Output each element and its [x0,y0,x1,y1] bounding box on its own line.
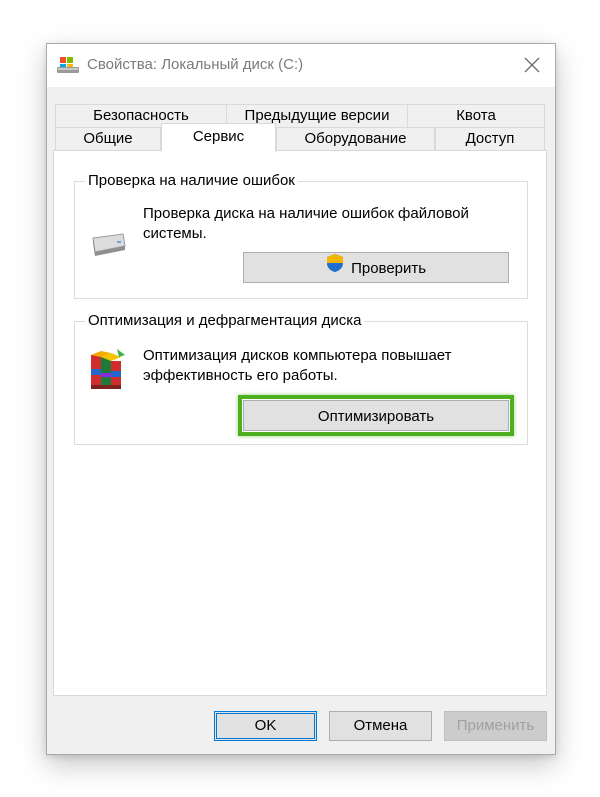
error-check-legend: Проверка на наличие ошибок [85,172,298,189]
cancel-button-label: Отмена [353,717,408,735]
cancel-button[interactable]: Отмена [329,711,432,741]
tab-service[interactable]: Сервис [161,123,276,152]
drive-icon [87,232,127,260]
tab-sharing[interactable]: Доступ [435,127,545,151]
uac-shield-icon [326,253,344,283]
optimize-group: Оптимизация и дефрагментация диска Оптим… [74,312,528,445]
ok-button[interactable]: OK [214,711,317,741]
apply-button-label: Применить [456,717,535,735]
tab-service-label: Сервис [192,128,245,145]
tab-hardware[interactable]: Оборудование [276,127,435,151]
tab-quota[interactable]: Квота [407,104,545,127]
drive-icon [57,56,79,74]
defrag-icon [87,347,127,395]
tab-general[interactable]: Общие [55,127,161,151]
tab-sharing-label: Доступ [465,130,515,147]
optimize-button[interactable]: Оптимизировать [243,400,509,431]
error-check-description: Проверка диска на наличие ошибок файлово… [143,205,469,242]
ok-button-label: OK [254,717,277,735]
tab-quota-label: Квота [456,107,496,124]
optimize-button-label: Оптимизировать [317,407,435,425]
apply-button[interactable]: Применить [444,711,547,741]
optimize-legend: Оптимизация и дефрагментация диска [85,312,365,329]
check-button[interactable]: Проверить [243,252,509,283]
check-button-label: Проверить [351,259,427,277]
service-tab-panel: Проверка на наличие ошибок Проверка диск… [53,150,547,696]
tab-security-label: Безопасность [93,107,189,124]
close-button[interactable] [509,44,555,87]
tab-hardware-label: Оборудование [304,130,407,147]
tab-general-label: Общие [83,130,133,147]
title-bar[interactable]: Свойства: Локальный диск (C:) [47,44,555,87]
tab-previous-versions-label: Предыдущие версии [244,107,390,124]
error-check-group: Проверка на наличие ошибок Проверка диск… [74,172,528,299]
properties-dialog: Свойства: Локальный диск (C:) Безопаснос… [46,43,556,755]
window-title: Свойства: Локальный диск (C:) [87,56,304,73]
optimize-description: Оптимизация дисков компьютера повышает э… [143,347,452,384]
close-icon [524,57,540,73]
